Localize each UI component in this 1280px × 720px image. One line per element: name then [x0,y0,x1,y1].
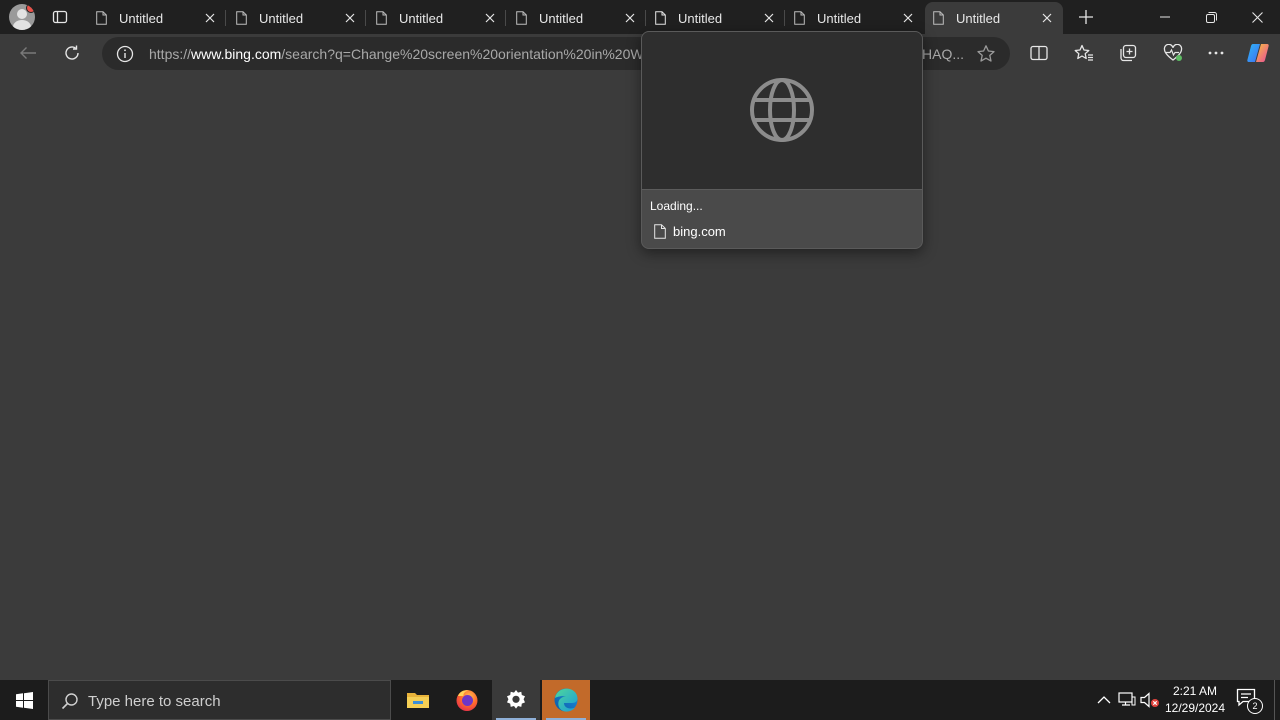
search-icon [61,693,78,710]
file-explorer-icon [407,693,429,708]
tab-title: Untitled [817,10,862,26]
tab-2[interactable]: Untitled [228,2,366,34]
tab-5[interactable]: Untitled [647,2,785,34]
url-scheme: https:// [149,46,192,62]
hover-card-site-label: bing.com [673,224,726,239]
tab-preview-thumbnail [642,32,922,190]
tab-actions-icon [52,10,68,24]
split-screen-icon [1030,45,1048,61]
tab-1[interactable]: Untitled [88,2,226,34]
settings-taskbar-button[interactable] [492,680,540,720]
plus-icon [1079,10,1093,24]
volume-muted-icon[interactable] [1140,690,1160,710]
hover-card-site: bing.com [654,224,726,239]
tab-strip: Untitled Untitled Untitled Untitled Unti… [0,0,1280,34]
minimize-icon [1160,16,1170,18]
browser-essentials-button[interactable] [1158,38,1188,68]
start-button[interactable] [0,680,48,720]
tab-title: Untitled [259,10,304,26]
gear-icon [507,690,525,709]
page-icon [794,11,805,25]
page-icon [655,11,666,25]
close-tab-icon[interactable] [1037,8,1057,28]
add-favorite-star-icon[interactable] [976,44,996,64]
profile-avatar[interactable] [9,4,35,30]
tab-title: Untitled [539,10,584,26]
split-screen-button[interactable] [1024,38,1054,68]
back-arrow-icon [20,47,36,59]
favorites-icon [1074,44,1093,61]
search-placeholder: Type here to search [88,693,221,710]
show-hidden-icons-chevron-up-icon[interactable] [1094,690,1114,710]
page-icon [236,11,247,25]
close-tab-icon[interactable] [898,8,918,28]
system-clock[interactable]: 2:21 AM 12/29/2024 [1162,683,1228,717]
firefox-taskbar-button[interactable] [443,680,491,720]
close-tab-icon[interactable] [340,8,360,28]
windows-logo-icon [15,691,33,709]
tab-actions-button[interactable] [46,5,74,29]
close-tab-icon[interactable] [200,8,220,28]
collections-button[interactable] [1113,38,1143,68]
tab-6[interactable]: Untitled [786,2,924,34]
show-desktop-button[interactable] [1274,680,1275,720]
close-window-button[interactable] [1234,0,1280,34]
clock-date: 12/29/2024 [1164,701,1226,715]
browser-toolbar: https://www.bing.com/search?q=Change%20s… [0,34,1280,72]
globe-icon [750,78,814,142]
tab-7-active[interactable]: Untitled [925,2,1063,34]
profile-alert-dot [26,4,35,13]
tab-title: Untitled [678,10,723,26]
minimize-button[interactable] [1142,0,1188,34]
refresh-button[interactable] [57,38,87,68]
network-icon[interactable] [1117,690,1137,710]
favorites-button[interactable] [1069,38,1099,68]
clock-time: 2:21 AM [1172,684,1218,698]
url-text: https://www.bing.com/search?q=Change%20s… [149,46,641,64]
url-host: www.bing.com [191,46,282,62]
close-tab-icon[interactable] [620,8,640,28]
tab-hover-card: Loading... bing.com [641,31,923,249]
back-button[interactable] [13,38,43,68]
tab-4[interactable]: Untitled [508,2,646,34]
windows-taskbar: Type here to search 2:21 AM 12/29/2024 2 [0,680,1280,720]
tab-title: Untitled [399,10,444,26]
page-icon [516,11,527,25]
url-path: /search?q=Change%20screen%20orientation%… [281,46,641,62]
url-tail: HAQ... [922,46,965,62]
close-tab-icon[interactable] [480,8,500,28]
firefox-icon [456,690,478,711]
tab-3[interactable]: Untitled [368,2,506,34]
copilot-icon [1247,44,1269,62]
close-tab-icon[interactable] [759,8,779,28]
settings-more-button[interactable] [1201,38,1231,68]
file-explorer-taskbar-button[interactable] [394,680,442,720]
heart-pulse-icon [1163,44,1183,61]
page-icon [654,224,666,239]
tab-title: Untitled [956,10,1001,26]
refresh-icon [65,45,79,60]
page-icon [933,11,944,25]
page-icon [96,11,107,25]
action-center-button[interactable]: 2 [1236,688,1263,714]
new-tab-button[interactable] [1072,5,1100,29]
taskbar-search-box[interactable]: Type here to search [48,680,391,720]
copilot-button[interactable] [1243,38,1273,68]
restore-icon [1205,11,1217,23]
notification-count-badge: 2 [1247,698,1263,714]
close-icon [1251,11,1263,23]
site-info-icon[interactable] [116,45,134,63]
edge-taskbar-button[interactable] [542,680,590,720]
restore-button[interactable] [1188,0,1234,34]
edge-icon [554,688,578,712]
hover-card-title: Loading... [650,199,703,213]
more-dots-icon [1208,51,1224,55]
tab-title: Untitled [119,10,164,26]
collections-icon [1120,44,1137,62]
page-icon [376,11,387,25]
